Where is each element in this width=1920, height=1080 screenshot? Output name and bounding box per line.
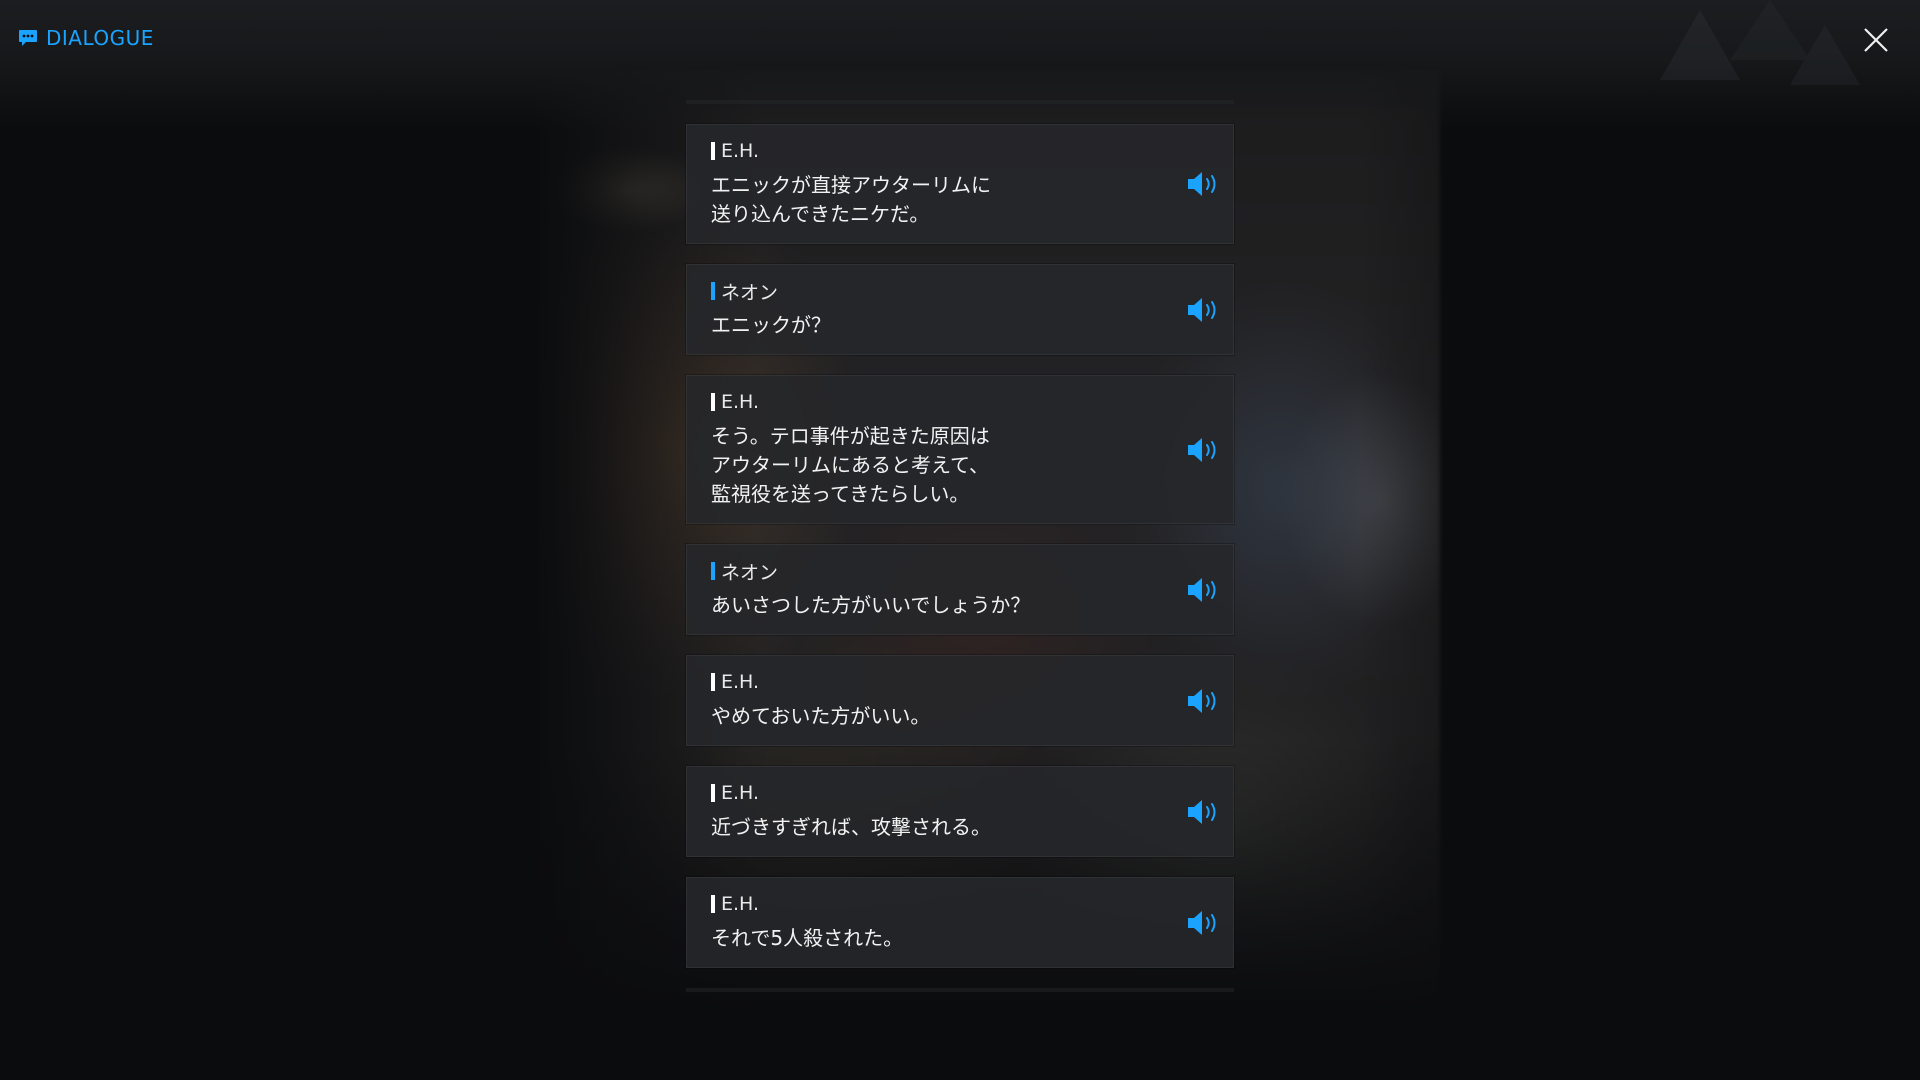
dialogue-text: そう。テロ事件が起きた原因は アウターリムにあると考えて、 監視役を送ってきたら…: [711, 424, 990, 506]
dialogue-text: エニックが？: [711, 313, 831, 337]
dialogue-text: あいさつした方がいいでしょうか？: [711, 593, 1031, 617]
play-voice-button[interactable]: [1185, 169, 1221, 199]
speaker-row: ネオン: [711, 559, 1153, 584]
list-edge-top: [686, 100, 1234, 104]
list-edge-bottom: [686, 988, 1234, 992]
dialogue-entry: ネオンエニックが？: [686, 264, 1234, 355]
dialogue-text: 近づきすぎれば、攻撃される。: [711, 815, 991, 839]
speaker-marker: [711, 895, 715, 913]
play-voice-button[interactable]: [1185, 908, 1221, 938]
speaker-row: E.H.: [711, 781, 1153, 805]
speaker-name: E.H.: [721, 782, 760, 804]
dialogue-log-list[interactable]: E.H. エニックが直接アウターリムに 送り込んできたニケだ。 ネオン エニックが？ E…: [686, 124, 1234, 992]
speaker-name: ネオン: [721, 561, 779, 584]
speaker-row: E.H.: [711, 892, 1153, 916]
play-voice-button[interactable]: [1185, 686, 1221, 716]
dialogue-entry: E.H. やめておいた方がいい。: [686, 655, 1234, 746]
speaker-marker: [711, 142, 715, 160]
speaker-row: E.H.: [711, 139, 1153, 163]
speaker-row: E.H.: [711, 670, 1153, 694]
header-bar: [0, 0, 1920, 130]
play-voice-button[interactable]: [1185, 797, 1221, 827]
decorative-triangles: [1660, 0, 1860, 85]
speaker-volume-icon: [1188, 577, 1216, 602]
speaker-marker: [711, 673, 715, 691]
speaker-name: E.H.: [721, 893, 760, 915]
dialogue-title: DIALOGUE: [46, 26, 154, 50]
close-button[interactable]: [1860, 24, 1892, 56]
speaker-volume-icon: [1188, 172, 1216, 196]
dialogue-entry: E.H. エニックが直接アウターリムに 送り込んできたニケだ。: [686, 124, 1234, 244]
speaker-row: E.H.: [711, 390, 1153, 414]
dialogue-text: やめておいた方がいい。: [711, 704, 931, 728]
speaker-volume-icon: [1188, 437, 1216, 462]
speaker-volume-icon: [1188, 688, 1216, 713]
dialogue-entry: E.H. それで5人殺された。: [686, 877, 1234, 968]
play-voice-button[interactable]: [1185, 295, 1221, 325]
speaker-volume-icon: [1188, 799, 1216, 824]
speaker-row: ネオン: [711, 279, 1153, 304]
speaker-marker: [711, 562, 715, 580]
speaker-volume-icon: [1188, 910, 1216, 935]
speaker-marker: [711, 393, 715, 411]
dialogue-text: それで5人殺された。: [711, 926, 904, 950]
dialogue-text: エニックが直接アウターリムに 送り込んできたニケだ。: [711, 173, 991, 226]
speaker-volume-icon: [1188, 297, 1216, 322]
speaker-marker: [711, 784, 715, 802]
speaker-name: ネオン: [721, 281, 779, 304]
dialogue-header: DIALOGUE: [18, 26, 154, 50]
speaker-name: E.H.: [721, 391, 760, 413]
dialogue-screen: DIALOGUE E.H. エニックが直接アウターリムに 送り込んできたニケだ。ネ…: [0, 0, 1920, 1080]
play-voice-button[interactable]: [1185, 435, 1221, 465]
dialogue-entry: ネオンあいさつした方がいいでしょうか？: [686, 544, 1234, 635]
speaker-marker: [711, 282, 715, 300]
speaker-name: E.H.: [721, 140, 760, 162]
speaker-name: E.H.: [721, 671, 760, 693]
play-voice-button[interactable]: [1185, 575, 1221, 605]
dialogue-entry: E.H. 近づきすぎれば、攻撃される。: [686, 766, 1234, 857]
chat-bubble-icon: [19, 30, 37, 46]
dialogue-entry: E.H. そう。テロ事件が起きた原因は アウターリムにあると考えて、 監視役を送っ…: [686, 375, 1234, 524]
close-icon: [1864, 28, 1888, 52]
